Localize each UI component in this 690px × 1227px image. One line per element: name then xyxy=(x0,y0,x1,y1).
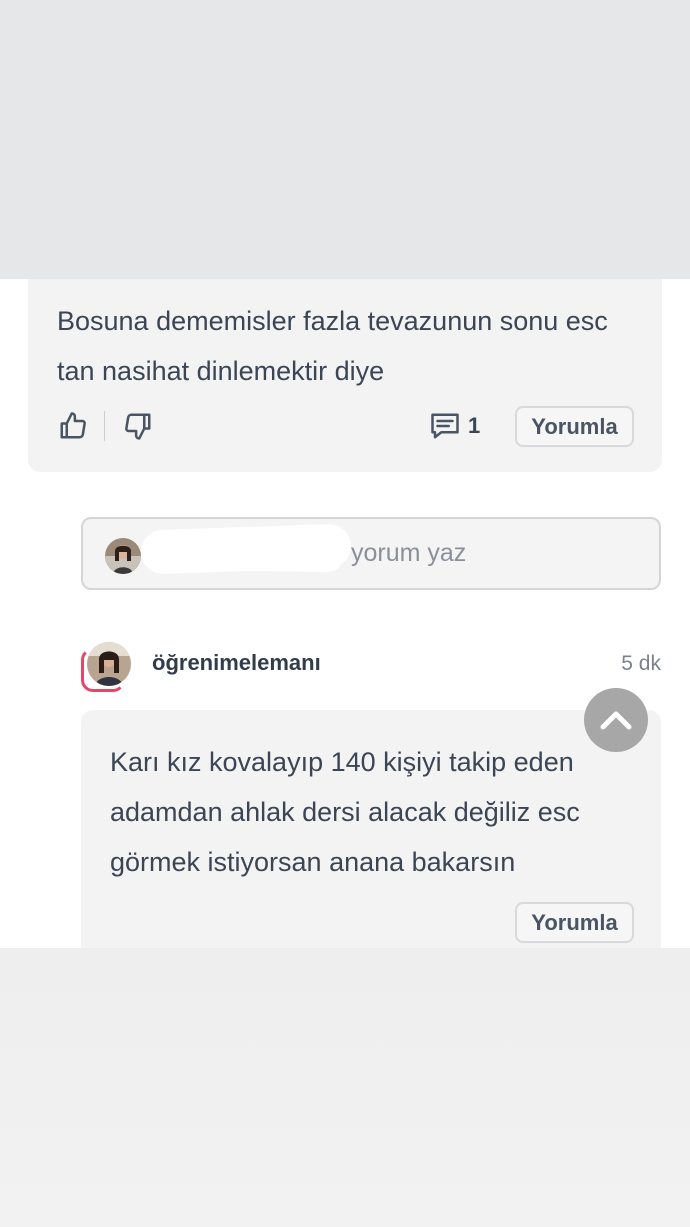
comment-icon xyxy=(431,413,459,439)
scroll-to-top-button[interactable] xyxy=(584,688,648,752)
thumbs-up-icon xyxy=(60,412,86,439)
avatar xyxy=(87,642,131,686)
reply-button[interactable]: Yorumla xyxy=(515,902,634,943)
reply-text: Karı kız kovalayıp 140 kişiyi takip eden… xyxy=(110,747,580,877)
comments-count-button[interactable]: 1 xyxy=(430,409,480,443)
top-overlay xyxy=(0,0,690,279)
like-button[interactable] xyxy=(57,409,89,443)
bottom-overlay xyxy=(0,948,690,1227)
dislike-button[interactable] xyxy=(122,409,154,443)
thumbs-down-icon xyxy=(125,413,151,440)
comment-card: Bosuna dememisler fazla tevazunun sonu e… xyxy=(28,279,662,472)
chevron-up-icon xyxy=(600,711,632,730)
action-divider xyxy=(104,411,105,441)
avatar xyxy=(105,538,141,574)
comment-input-placeholder: yorum yaz xyxy=(351,539,467,567)
reply-card: Karı kız kovalayıp 140 kişiyi takip eden… xyxy=(81,710,661,948)
redacted-name-overlay xyxy=(172,539,344,573)
author-avatar[interactable] xyxy=(81,640,131,692)
comment-count: 1 xyxy=(468,413,481,438)
reply-author-row: öğrenimelemanı 5 dk xyxy=(81,640,661,692)
reply-button[interactable]: Yorumla xyxy=(515,406,634,447)
comment-text: Bosuna dememisler fazla tevazunun sonu e… xyxy=(57,306,608,386)
author-username[interactable]: öğrenimelemanı xyxy=(152,650,321,676)
comment-input-field[interactable]: yorum yaz xyxy=(81,517,661,590)
reply-timestamp: 5 dk xyxy=(621,652,661,675)
